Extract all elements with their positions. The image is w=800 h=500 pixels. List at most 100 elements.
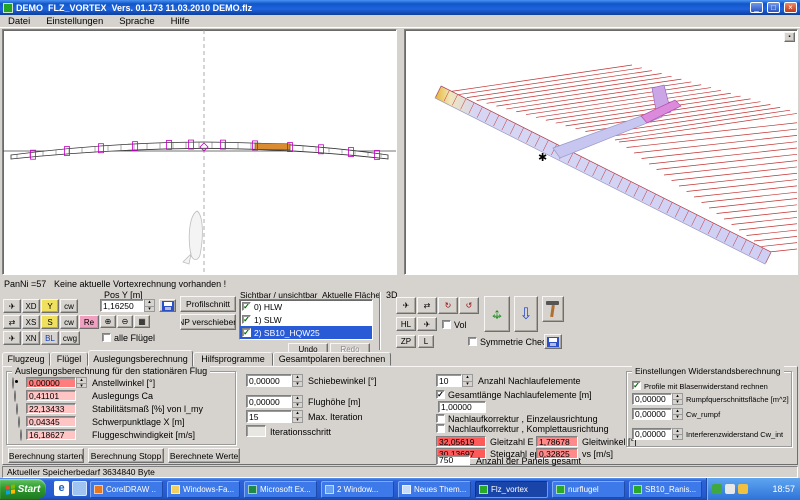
panels-field[interactable]: 750 — [436, 455, 470, 465]
surface-sb10-checkbox[interactable]: ✓ — [242, 328, 251, 337]
swap-view-button[interactable]: ⇄ — [3, 315, 21, 329]
berechnung-starten-button[interactable]: Berechnung starten — [8, 448, 84, 463]
cw2-button[interactable]: cw — [60, 315, 78, 329]
berechnung-stopp-button[interactable]: Berechnung Stopp — [88, 448, 164, 463]
xd-button[interactable]: XD — [22, 299, 40, 313]
tab-gesamtpolaren[interactable]: Gesamtpolaren berechnen — [273, 352, 391, 366]
flughoehe-spinner[interactable] — [292, 395, 303, 408]
view-corner-button[interactable]: ▪ — [784, 32, 795, 42]
menu-hilfe[interactable]: Hilfe — [163, 15, 198, 28]
schiebewinkel-field[interactable]: 0,00000 — [246, 374, 292, 387]
zp-button[interactable]: ZP — [396, 335, 416, 348]
front-view-panel[interactable] — [2, 29, 397, 275]
xs-button[interactable]: XS — [22, 315, 40, 329]
korrektur1-checkbox[interactable] — [436, 414, 445, 423]
symmetrie-checkbox[interactable] — [468, 337, 477, 346]
cw-button[interactable]: cw — [60, 299, 78, 313]
rumpfquerschnitt-field[interactable]: 0,00000 — [632, 393, 672, 405]
maximize-button[interactable]: □ — [767, 2, 780, 13]
minimize-button[interactable]: _ — [750, 2, 763, 13]
three-d-view-canvas[interactable]: ✱ — [405, 30, 797, 274]
menu-sprache[interactable]: Sprache — [111, 15, 162, 28]
quicklaunch-desktop-icon[interactable] — [72, 481, 87, 496]
plane-view2-button[interactable]: ✈ — [3, 331, 21, 345]
task-windows-fa[interactable]: Windows-Fa... — [167, 481, 240, 498]
start-button[interactable]: Start — [0, 479, 46, 499]
berechnete-werte-button[interactable]: Berechnete Werte — [168, 448, 240, 463]
l-button[interactable]: L — [418, 335, 434, 348]
title-bar[interactable]: DEMO FLZ_VORTEX Vers. 01.173 11.03.2010 … — [0, 0, 800, 15]
save-view-button[interactable] — [159, 299, 176, 312]
zoom-in-button[interactable]: ⊕ — [100, 315, 116, 328]
rumpfquerschnitt-spinner[interactable] — [672, 393, 683, 405]
re-button[interactable]: Re — [79, 315, 99, 329]
geschwindigkeit-field[interactable]: 16,18627 — [26, 429, 76, 440]
y-button[interactable]: Y — [41, 299, 59, 313]
close-button[interactable]: × — [784, 2, 797, 13]
zoom-out-button[interactable]: ⊖ — [117, 315, 133, 328]
menu-einstellungen[interactable]: Einstellungen — [38, 15, 111, 28]
max-iteration-spinner[interactable] — [292, 410, 303, 423]
korrektur2-checkbox[interactable] — [436, 424, 445, 433]
plane-small-button[interactable]: ✈ — [417, 317, 437, 331]
plane-view-button[interactable]: ✈ — [3, 299, 21, 313]
np-verschieben-button[interactable]: NP verschieben — [180, 314, 236, 330]
alle-fluegel-checkbox[interactable] — [102, 333, 111, 342]
anstellwinkel-radio[interactable] — [12, 377, 14, 389]
cw-rumpf-field[interactable]: 0,00000 — [632, 408, 672, 420]
drop-view-button[interactable]: ⇩ — [514, 296, 538, 332]
tray-shield-icon[interactable] — [712, 484, 722, 494]
nachlauf-spinner[interactable] — [462, 374, 473, 387]
tab-flugzeug[interactable]: Flugzeug — [2, 352, 50, 366]
surface-row-hlw[interactable]: ✓ 0) HLW — [240, 300, 372, 313]
pos-y-field[interactable]: 1,16250 — [100, 299, 144, 312]
gesamtlaenge-field[interactable]: 1,00000 — [438, 401, 486, 413]
view-splitter[interactable] — [397, 29, 404, 275]
surface-row-slw[interactable]: ✓ 1) SLW — [240, 313, 372, 326]
auslegungs-ca-radio[interactable] — [14, 390, 16, 402]
auslegungs-ca-field[interactable]: 0,41101 — [26, 390, 76, 401]
cw-int-field[interactable]: 0,00000 — [632, 428, 672, 440]
cwg-button[interactable]: cwg — [60, 331, 80, 345]
max-iteration-field[interactable]: 15 — [246, 410, 292, 423]
anstellwinkel-field[interactable]: 0,00000 — [26, 377, 76, 388]
tray-volume-icon[interactable] — [725, 484, 735, 494]
rotate-cw-button[interactable]: ↻ — [438, 297, 458, 314]
stabilitaet-radio[interactable] — [16, 403, 18, 415]
surface-slw-checkbox[interactable]: ✓ — [242, 315, 251, 324]
s-button[interactable]: S — [41, 315, 59, 329]
task-flz-vortex[interactable]: Flz_vortex — [475, 481, 548, 498]
xn-button[interactable]: XN — [22, 331, 40, 345]
hl-button[interactable]: HL — [396, 317, 416, 331]
schiebewinkel-spinner[interactable] — [292, 374, 303, 387]
task-window-group[interactable]: 2 Window... — [321, 481, 394, 498]
quicklaunch-ie-icon[interactable]: e — [54, 481, 69, 496]
pos-y-spinner[interactable] — [144, 299, 155, 312]
three-d-view-panel[interactable]: ✱ ▪ — [404, 29, 798, 275]
plane-3d-button[interactable]: ✈ — [396, 297, 416, 314]
blasen-checkbox[interactable]: ✓ — [632, 381, 641, 390]
menu-datei[interactable]: Datei — [0, 15, 38, 28]
surface-hlw-checkbox[interactable]: ✓ — [242, 302, 251, 311]
stabilitaet-field[interactable]: 22,13433 — [26, 403, 76, 414]
schwerpunkt-radio[interactable] — [18, 416, 20, 428]
anstellwinkel-spinner[interactable] — [76, 377, 87, 388]
cw-int-spinner[interactable] — [672, 428, 683, 440]
task-microsoft-ex[interactable]: Microsoft Ex... — [244, 481, 317, 498]
task-neues-them[interactable]: Neues Them... — [398, 481, 471, 498]
tab-hilfsprogramme[interactable]: Hilfsprogramme — [193, 352, 273, 366]
axes-button[interactable]: ⇄ — [417, 297, 437, 314]
surface-row-sb10[interactable]: ✓ 2) SB10_HQW25 — [240, 326, 372, 339]
schwerpunkt-field[interactable]: 0,04345 — [26, 416, 76, 427]
save-3d-button[interactable] — [544, 334, 562, 349]
pan-button[interactable]: ↔ ↕ — [484, 296, 510, 332]
task-sb10-ranis[interactable]: SB10_Ranis... — [629, 481, 702, 498]
bl-button[interactable]: BL — [41, 331, 59, 345]
tray-update-icon[interactable] — [738, 484, 748, 494]
flughoehe-field[interactable]: 0,00000 — [246, 395, 292, 408]
geschwindigkeit-radio[interactable] — [20, 429, 22, 441]
surface-listbox[interactable]: ✓ 0) HLW ✓ 1) SLW ✓ 2) SB10_HQW25 — [239, 299, 373, 340]
nachlauf-field[interactable]: 10 — [436, 374, 462, 387]
task-nurfluegel[interactable]: nurflugel — [552, 481, 625, 498]
tab-auslegungsberechnung[interactable]: Auslegungsberechnung — [88, 350, 193, 367]
